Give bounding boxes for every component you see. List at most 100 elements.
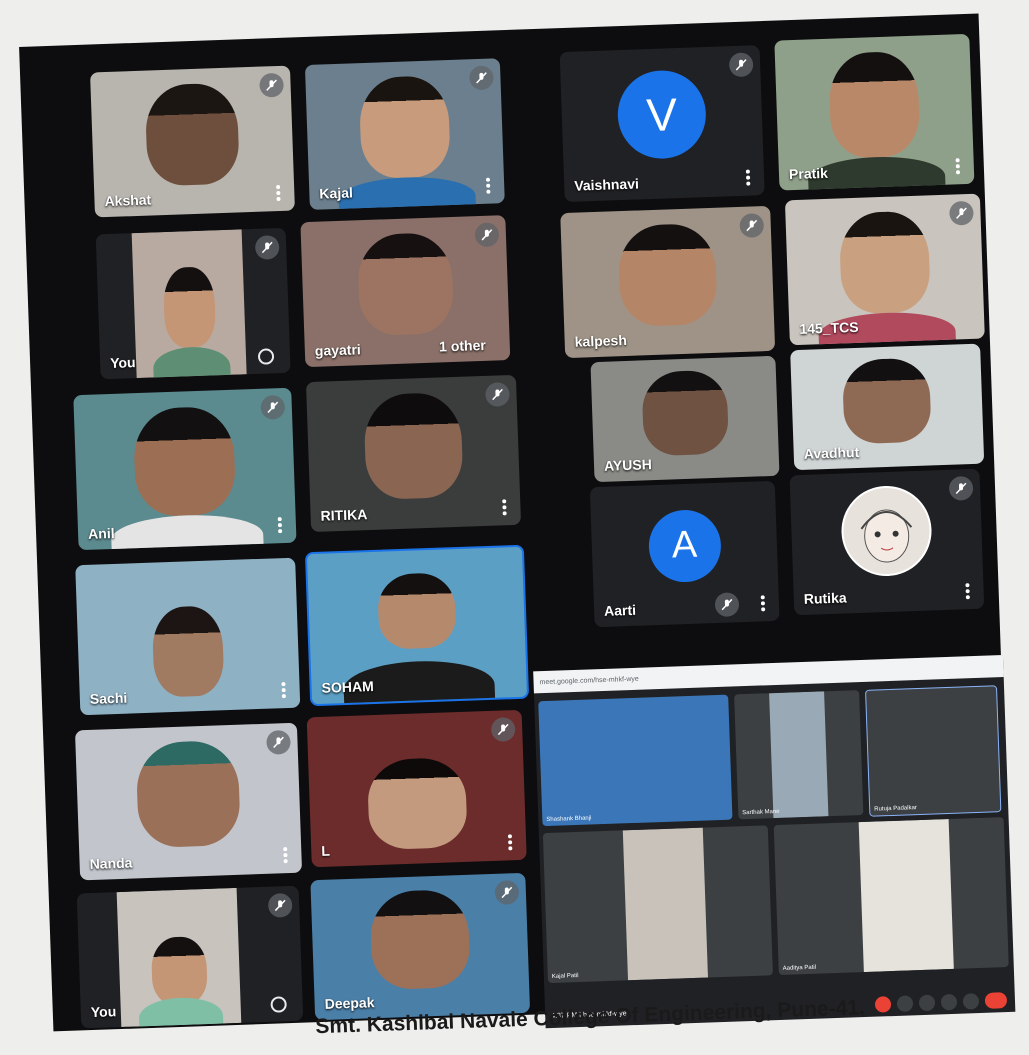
present-button[interactable] xyxy=(940,993,958,1011)
participant-name: Pratik xyxy=(788,164,829,183)
participant-video xyxy=(131,229,247,380)
more-button[interactable] xyxy=(962,993,980,1010)
mic-off-icon xyxy=(739,213,765,238)
mini-name: Rutuja Padalkar xyxy=(874,805,918,813)
participant-tile[interactable]: AYUSH xyxy=(590,355,780,483)
participant-name: Deepak xyxy=(324,994,375,1012)
participant-tile[interactable]: Akshat xyxy=(90,65,295,218)
participant-name: kalpesh xyxy=(574,331,628,350)
mic-off-icon xyxy=(260,394,286,420)
mic-button[interactable] xyxy=(874,996,892,1013)
mic-off-icon xyxy=(948,475,974,501)
participant-tile[interactable]: RITIKA xyxy=(305,374,522,533)
more-options-icon[interactable] xyxy=(965,583,970,600)
participant-face xyxy=(150,936,209,1006)
avatar: V xyxy=(616,69,708,161)
participant-name: Rutika xyxy=(803,589,847,607)
participant-tile[interactable]: gayatri 1 other xyxy=(300,215,511,368)
avatar: A xyxy=(647,508,722,583)
mic-off-icon xyxy=(490,717,516,742)
participant-name: AYUSH xyxy=(603,456,653,474)
more-options-icon[interactable] xyxy=(955,158,961,175)
participant-video xyxy=(838,209,932,315)
mic-off-icon xyxy=(259,72,284,98)
participant-tile[interactable]: Nanda xyxy=(74,722,303,881)
more-options-icon[interactable] xyxy=(276,184,281,202)
participant-video xyxy=(376,571,457,650)
participant-name: L xyxy=(321,842,331,859)
participant-name: gayatri xyxy=(314,341,362,359)
embedded-meet-screenshot: meet.google.com/hse-mhkf-wye Shashank Bh… xyxy=(533,655,1016,1029)
avatar-illustration xyxy=(839,484,934,578)
more-options-icon[interactable] xyxy=(760,595,766,612)
participant-name: Kajal xyxy=(319,184,354,202)
speaking-icon xyxy=(270,996,287,1013)
participant-video xyxy=(356,231,454,337)
participant-tile[interactable]: Deepak xyxy=(310,872,531,1021)
participant-name: Aarti xyxy=(603,601,637,619)
participant-video xyxy=(144,81,240,187)
participant-name: RITIKA xyxy=(320,506,368,524)
mic-off-icon xyxy=(267,892,293,918)
participant-tile[interactable]: 145_TCS xyxy=(784,193,985,346)
mini-name: Aaditya Patil xyxy=(782,964,817,972)
participant-video xyxy=(827,50,921,159)
participant-video xyxy=(135,739,242,849)
participant-video xyxy=(358,74,452,180)
participant-name: Nanda xyxy=(89,854,133,873)
participant-video xyxy=(363,391,464,501)
more-options-icon[interactable] xyxy=(281,682,286,699)
participant-video xyxy=(368,888,472,991)
more-options-icon[interactable] xyxy=(277,517,283,534)
shirt xyxy=(338,175,477,210)
call-controls xyxy=(874,992,1008,1013)
mic-off-icon xyxy=(949,200,974,226)
participant-video xyxy=(841,357,933,445)
meet-grid: Akshat Kajal V Vaishnavi Pratik You gaya… xyxy=(19,13,1016,1032)
more-options-icon[interactable] xyxy=(283,847,288,864)
participant-tile[interactable]: L xyxy=(306,709,527,868)
camera-button[interactable] xyxy=(896,995,914,1012)
participant-tile[interactable]: You xyxy=(95,227,291,380)
mic-off-icon xyxy=(266,729,291,755)
participant-tile[interactable]: SOHAM xyxy=(304,544,530,707)
more-options-icon[interactable] xyxy=(745,169,751,186)
speaking-icon xyxy=(257,348,275,365)
participant-tile[interactable]: Kajal xyxy=(304,58,505,210)
captions-button[interactable] xyxy=(918,994,936,1012)
more-options-icon[interactable] xyxy=(485,177,491,194)
participant-tile[interactable]: V Vaishnavi xyxy=(559,45,765,203)
participant-tile[interactable]: kalpesh xyxy=(560,205,776,359)
address-url: meet.google.com/hse-mhkf-wye xyxy=(539,675,639,686)
mic-off-icon xyxy=(254,235,280,260)
participant-tile[interactable]: Sachi xyxy=(75,557,301,716)
mini-tile: Sarthak Mane xyxy=(734,690,864,820)
photo-of-screen: Akshat Kajal V Vaishnavi Pratik You gaya… xyxy=(0,0,1029,1055)
participant-tile[interactable]: A Aarti xyxy=(589,480,780,628)
participant-video xyxy=(151,605,226,698)
mini-tile: Rutuja Padalkar xyxy=(865,685,1002,817)
mini-tile: Aaditya Patil xyxy=(773,817,1009,976)
end-call-button[interactable] xyxy=(984,992,1008,1009)
participant-tile[interactable]: Avadhut xyxy=(790,343,985,471)
shirt xyxy=(138,996,224,1029)
mini-name: Shashank Bhanji xyxy=(546,815,592,824)
participant-extra: 1 other xyxy=(438,336,487,355)
participant-face xyxy=(162,266,216,349)
participant-video xyxy=(366,756,469,851)
more-options-icon[interactable] xyxy=(502,499,507,516)
participant-tile[interactable]: Rutika xyxy=(789,468,985,616)
mic-off-icon xyxy=(494,880,520,905)
participant-tile[interactable]: You xyxy=(76,885,304,1029)
mic-off-icon xyxy=(474,222,500,248)
mini-name: Kajal Patil xyxy=(551,973,579,980)
shirt xyxy=(110,512,265,551)
participant-video xyxy=(640,369,729,457)
mini-tile: Shashank Bhanji xyxy=(538,694,733,827)
participant-name: Akshat xyxy=(104,191,152,210)
participant-tile[interactable]: Pratik xyxy=(774,33,975,191)
participant-tile[interactable]: Anil xyxy=(73,387,297,551)
mini-tile: Kajal Patil xyxy=(542,825,773,984)
mic-off-icon xyxy=(485,382,510,407)
more-options-icon[interactable] xyxy=(507,834,513,851)
